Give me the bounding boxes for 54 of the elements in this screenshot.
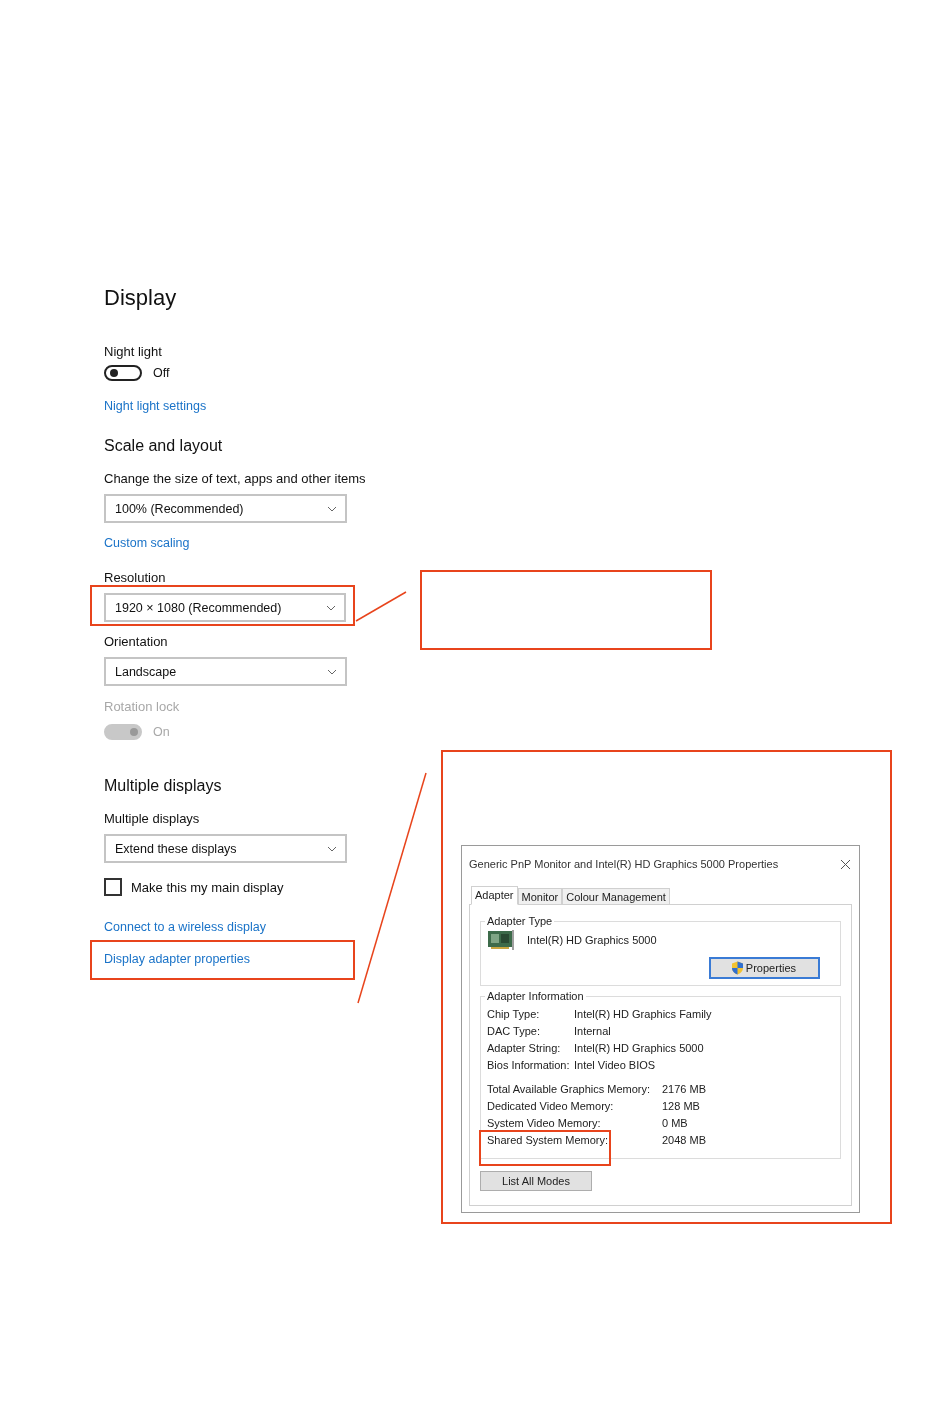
group-legend: Adapter Type [485,915,555,927]
info-value: Intel(R) HD Graphics 5000 [574,1042,705,1054]
settings-link[interactable]: Connect to a wireless display [104,920,266,934]
info-label: Adapter String: [487,1042,562,1054]
info-value: Intel(R) HD Graphics Family [574,1008,713,1020]
checkbox[interactable] [104,878,122,896]
chevron-icon [327,845,337,852]
setting-label: Rotation lock [104,699,181,714]
dialog-title: Generic PnP Monitor and Intel(R) HD Graphics 5000 Properties [469,858,779,870]
info-label: System Video Memory: [487,1117,602,1129]
properties-button[interactable]: Properties [708,957,820,979]
dialog-tab[interactable]: Adapter [471,886,518,905]
graphics-card-icon [487,929,515,951]
settings-link[interactable]: Display adapter properties [104,952,250,966]
dropdown[interactable]: 100% (Recommended) [104,494,347,523]
setting-label: Night light [104,344,163,359]
toggle-switch[interactable] [104,365,142,381]
settings-link[interactable]: Night light settings [104,399,207,413]
chevron-icon [327,505,337,512]
setting-label: Change the size of text, apps and other items [104,471,367,486]
dialog-tab[interactable]: Colour Management [562,888,670,905]
setting-label: Orientation [104,634,169,649]
list-modes-button[interactable]: List All Modes [480,1171,592,1191]
checkbox-label: Make this my main display [131,879,284,895]
dropdown[interactable]: 1920 × 1080 (Recommended) [104,593,346,622]
setting-label: Resolution [104,570,167,585]
info-value: Intel Video BIOS [574,1059,657,1071]
info-value: 0 MB [662,1117,689,1129]
info-value: Internal [574,1025,612,1037]
page-title: Display [104,285,178,311]
info-value: 2176 MB [662,1083,708,1095]
dialog-tab[interactable]: Monitor [517,888,563,905]
setting-label: Multiple displays [104,811,201,826]
shield-icon [730,961,744,975]
section-heading: Multiple displays [104,777,223,795]
info-label: Shared System Memory: [487,1134,610,1146]
info-label: Chip Type: [487,1008,541,1020]
toggle-state: On [153,725,170,739]
close-icon[interactable] [840,858,851,870]
section-heading: Scale and layout [104,437,224,455]
dropdown[interactable]: Extend these displays [104,834,347,863]
info-value: 128 MB [662,1100,701,1112]
info-label: Dedicated Video Memory: [487,1100,615,1112]
settings-link[interactable]: Custom scaling [104,536,190,550]
info-label: DAC Type: [487,1025,541,1037]
group-legend: Adapter Information [485,990,586,1002]
info-label: Bios Information: [487,1059,571,1071]
toggle-state: Off [153,366,170,380]
adapter-name: Intel(R) HD Graphics 5000 [527,934,657,946]
chevron-icon [326,604,336,611]
chevron-icon [327,668,337,675]
info-label: Total Available Graphics Memory: [487,1083,652,1095]
dropdown[interactable]: Landscape [104,657,347,686]
info-value: 2048 MB [662,1134,708,1146]
